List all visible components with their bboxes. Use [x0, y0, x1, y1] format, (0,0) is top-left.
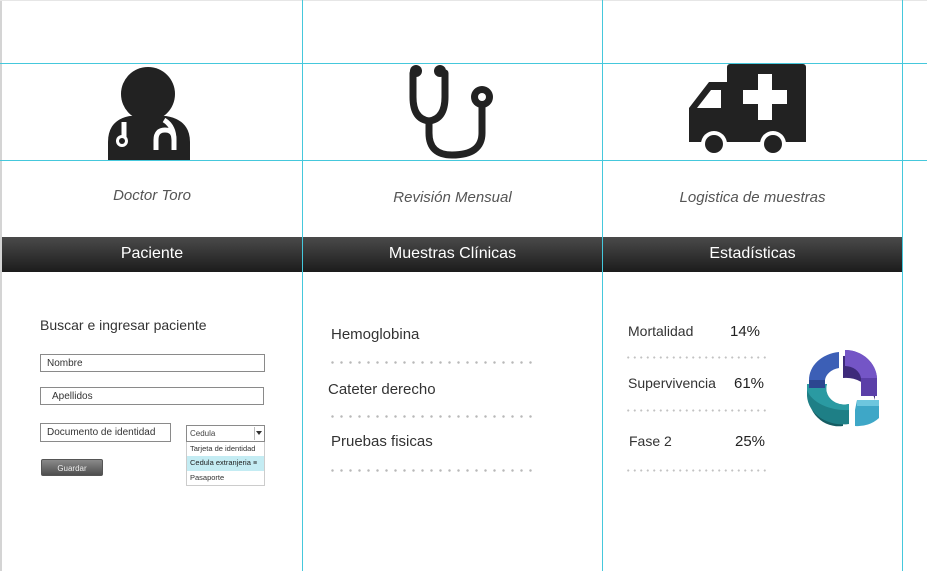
stethoscope-icon [406, 63, 498, 166]
nombre-field[interactable]: Nombre [40, 354, 265, 372]
doctor-icon [102, 64, 196, 165]
muestra-item-hemoglobina[interactable]: Hemoglobina [331, 326, 419, 343]
option-cedula-extranjeria-label: Cedula extranjeria [190, 458, 251, 467]
documento-field[interactable]: Documento de identidad [40, 423, 171, 442]
stat-label-supervivencia: Supervivencia [628, 375, 716, 391]
chevron-down-icon[interactable] [256, 431, 262, 435]
stat-label-mortalidad: Mortalidad [628, 323, 694, 339]
donut-chart-icon [805, 348, 881, 433]
stat-value-supervivencia: 61% [734, 375, 765, 392]
document-type-options: Tarjeta de identidad Cedula extranjeria … [186, 442, 265, 486]
caption-logistica: Logistica de muestras [679, 189, 826, 206]
paciente-title: Buscar e ingresar paciente [40, 317, 207, 333]
cursor-icon: ≡ [252, 460, 258, 467]
divider-dots [625, 356, 767, 359]
apellidos-field[interactable]: Apellidos [40, 387, 264, 405]
column-muestras: Revisión Mensual Muestras Clínicas Hemog… [303, 0, 602, 571]
divider-dots [328, 469, 536, 472]
guide-line [902, 0, 903, 571]
muestra-item-cateter[interactable]: Cateter derecho [328, 381, 436, 398]
header-paciente[interactable]: Paciente [2, 237, 302, 272]
divider-dots [625, 469, 767, 472]
divider-dots [328, 415, 536, 418]
caption-doctor: Doctor Toro [113, 187, 191, 204]
option-cedula-extranjeria[interactable]: Cedula extranjeria ≡ [187, 456, 264, 471]
guide-line [302, 0, 303, 571]
divider-dots [625, 409, 767, 412]
guide-line [0, 160, 927, 161]
divider-dots [328, 361, 536, 364]
stat-value-fase2: 25% [735, 433, 766, 450]
guide-line [0, 63, 927, 64]
ambulance-icon [689, 64, 809, 165]
document-type-select[interactable]: Cedula [186, 425, 265, 442]
stat-value-mortalidad: 14% [730, 323, 761, 340]
option-pasaporte[interactable]: Pasaporte [187, 471, 264, 485]
caption-revision: Revisión Mensual [393, 189, 512, 206]
header-estadisticas[interactable]: Estadísticas [603, 237, 902, 272]
stat-label-fase2: Fase 2 [629, 433, 672, 449]
header-muestras[interactable]: Muestras Clínicas [303, 237, 602, 272]
document-type-selected: Cedula [190, 429, 216, 438]
muestra-item-pruebas[interactable]: Pruebas fisicas [331, 433, 433, 450]
select-separator [254, 427, 255, 440]
column-estadisticas: Logistica de muestras Estadísticas Morta… [603, 0, 902, 571]
option-tarjeta[interactable]: Tarjeta de identidad [187, 442, 264, 456]
guide-line [602, 0, 603, 571]
save-button[interactable]: Guardar [41, 459, 103, 476]
